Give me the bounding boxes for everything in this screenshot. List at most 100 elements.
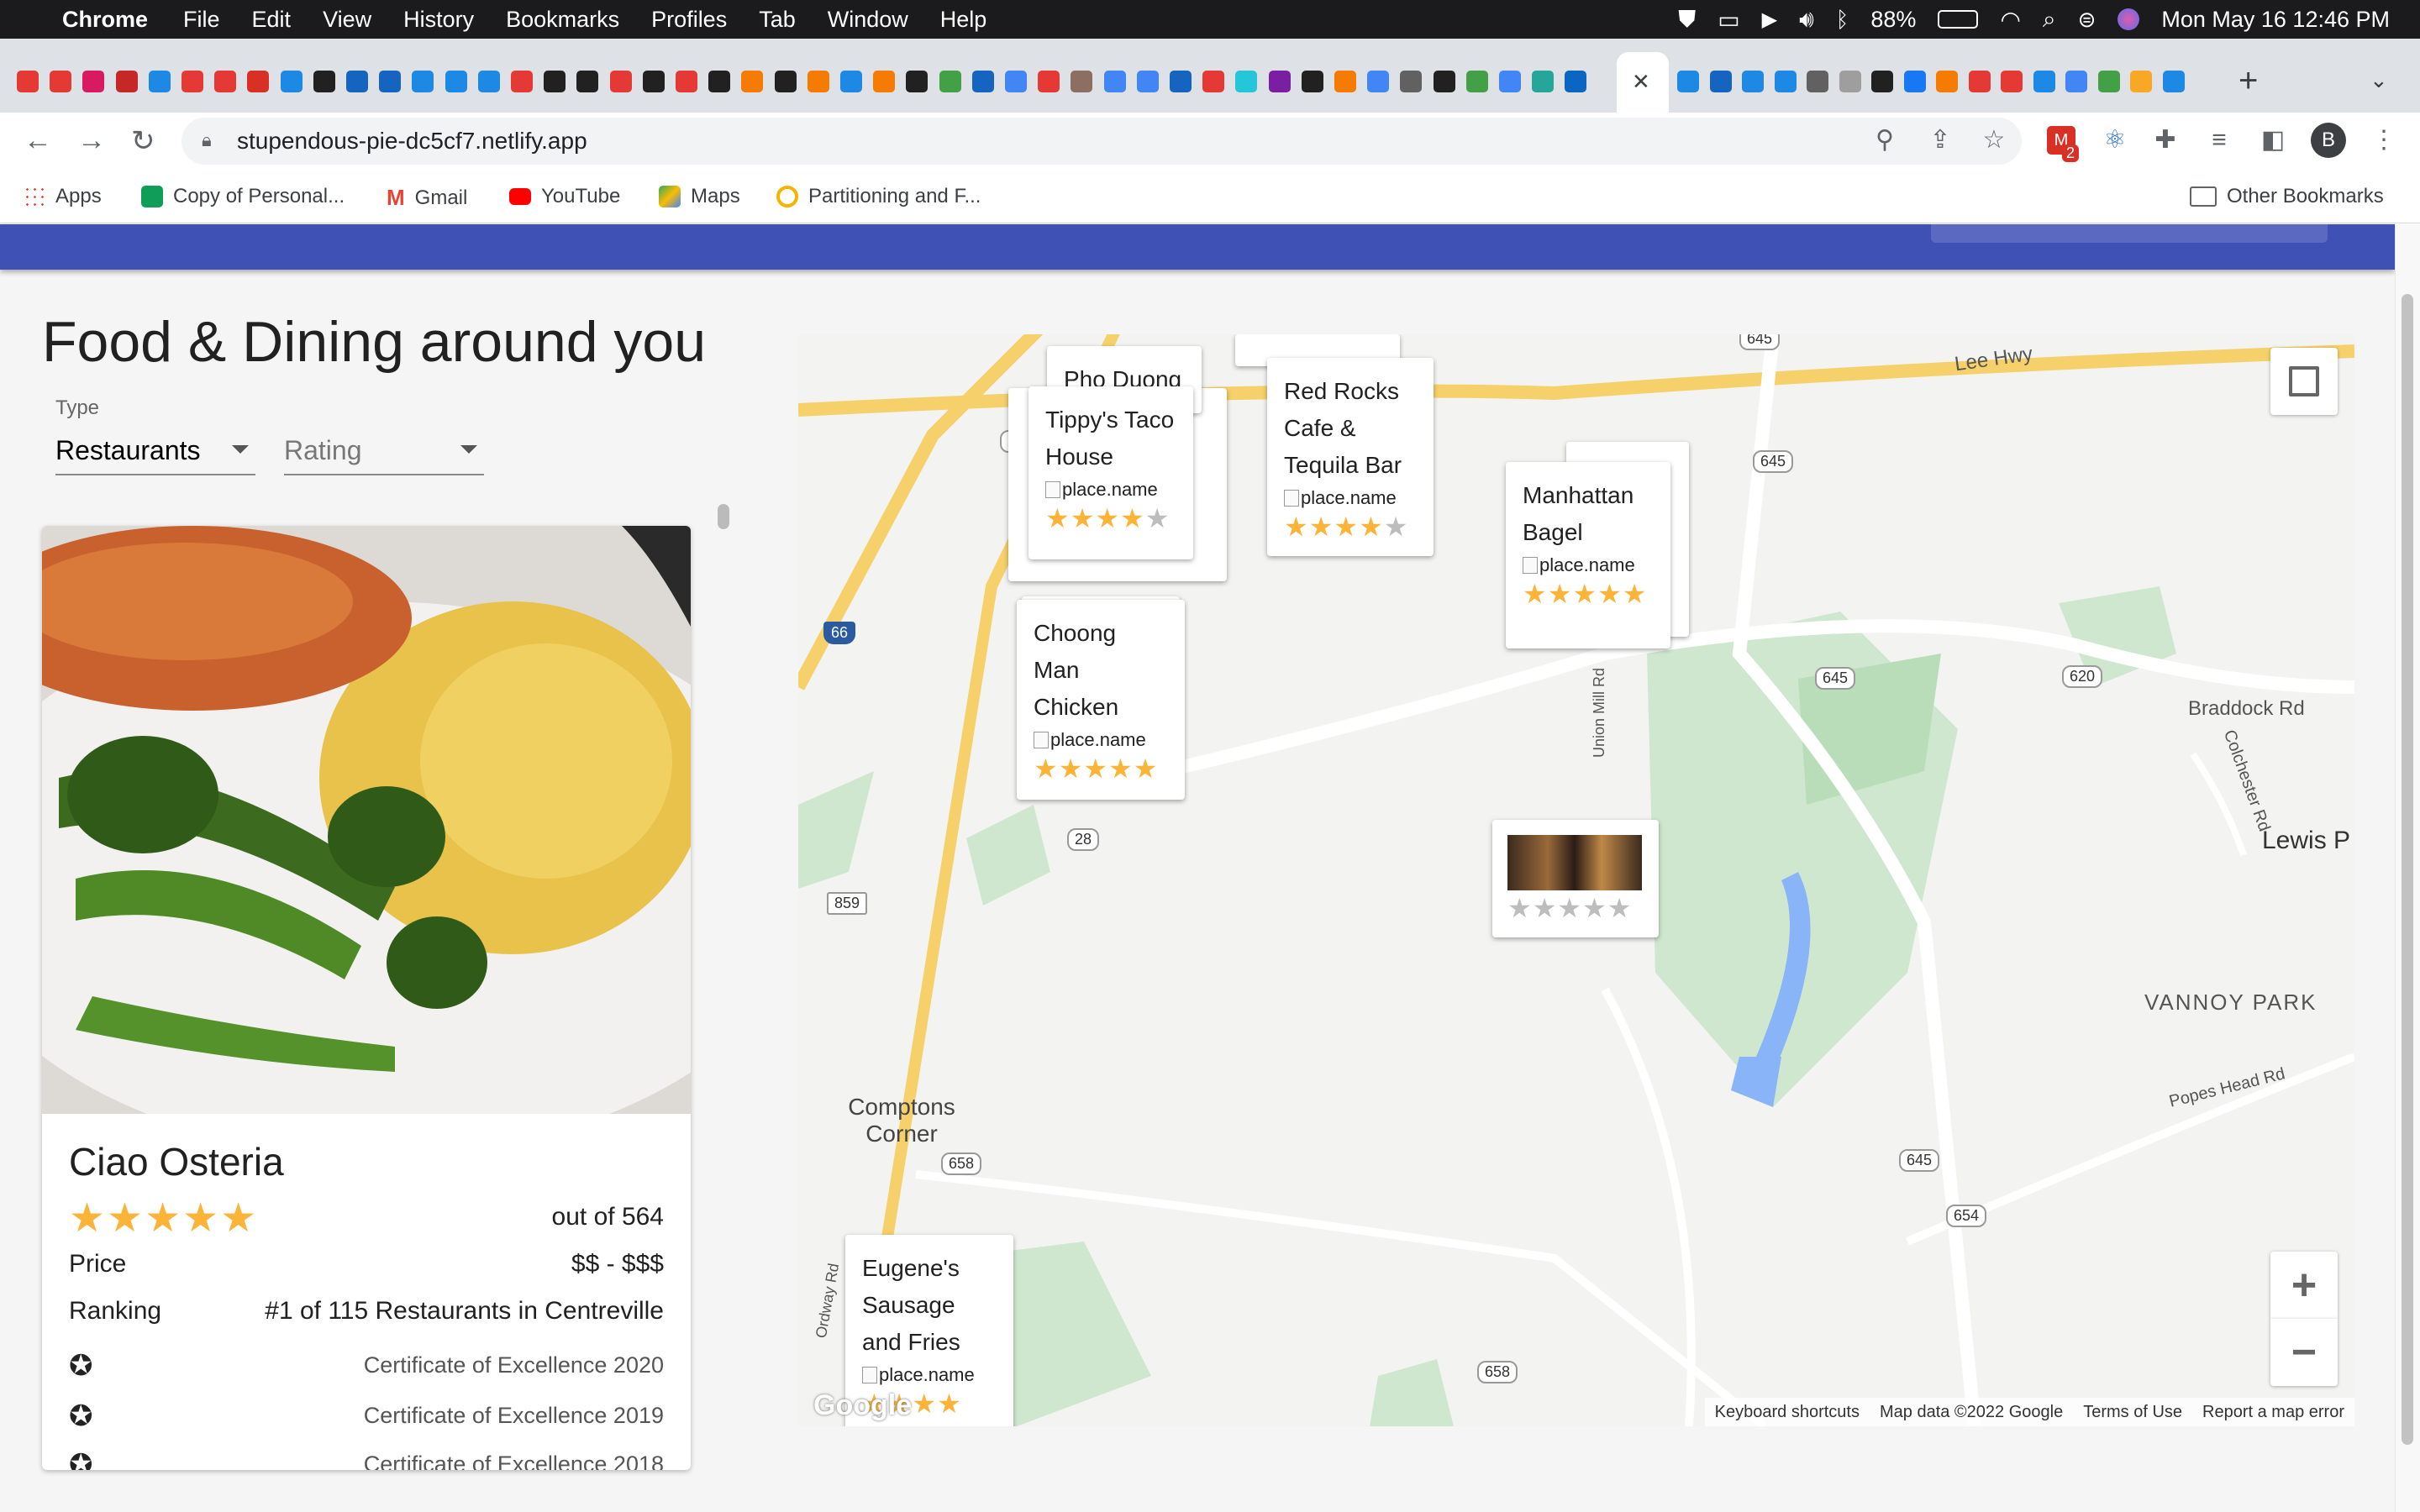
tab-favicon-icon[interactable] bbox=[1499, 71, 1521, 92]
tab-favicon-icon[interactable] bbox=[1968, 71, 1991, 92]
tab-favicon-icon[interactable] bbox=[2097, 71, 2120, 92]
map-pin-manhattan-bagel[interactable]: Manhattan Bagel place.name ★★★★★ bbox=[1506, 462, 1670, 648]
tab-favicon-icon[interactable] bbox=[313, 71, 335, 92]
zoom-in-button[interactable]: + bbox=[2270, 1252, 2338, 1319]
tab-favicon-icon[interactable] bbox=[346, 71, 368, 92]
tab-favicon-icon[interactable] bbox=[1709, 71, 1732, 92]
url-text[interactable]: stupendous-pie-dc5cf7.netlify.app bbox=[237, 128, 587, 155]
tab-favicon-icon[interactable] bbox=[1005, 71, 1027, 92]
tab-favicon-icon[interactable] bbox=[2130, 71, 2152, 92]
tab-favicon-icon[interactable] bbox=[840, 71, 862, 92]
page-scrollbar-thumb[interactable] bbox=[2402, 294, 2413, 1445]
tab-favicon-icon[interactable] bbox=[477, 71, 500, 92]
browser-menu-icon[interactable]: ⋮ bbox=[2370, 126, 2398, 155]
tab-favicon-icon[interactable] bbox=[906, 71, 929, 92]
tab-favicon-icon[interactable] bbox=[1235, 71, 1258, 92]
tab-favicon-icon[interactable] bbox=[148, 71, 171, 92]
tab-favicon-icon[interactable] bbox=[1334, 71, 1356, 92]
tab-favicon-icon[interactable] bbox=[214, 71, 237, 92]
bookmark-gmail[interactable]: M Gmail bbox=[387, 185, 467, 211]
tab-favicon-icon[interactable] bbox=[576, 71, 599, 92]
tab-favicon-icon[interactable] bbox=[1202, 71, 1225, 92]
tab-favicon-icon[interactable] bbox=[1301, 71, 1323, 92]
menu-edit[interactable]: Edit bbox=[252, 7, 292, 33]
tab-favicon-icon[interactable] bbox=[1367, 71, 1390, 92]
menu-tab[interactable]: Tab bbox=[759, 7, 796, 33]
google-map[interactable]: Lee Hwy Braddock Rd Colchester Rd Lewis … bbox=[798, 334, 2354, 1426]
tab-favicon-icon[interactable] bbox=[280, 71, 302, 92]
tab-favicon-icon[interactable] bbox=[379, 71, 402, 92]
tab-favicon-icon[interactable] bbox=[182, 71, 203, 92]
tab-favicon-icon[interactable] bbox=[609, 71, 632, 92]
tab-favicon-icon[interactable] bbox=[1936, 71, 1958, 92]
tab-search-chevron-icon[interactable]: ⌄ bbox=[2370, 67, 2388, 93]
tab-favicon-icon[interactable] bbox=[807, 71, 829, 92]
lock-icon[interactable]: 🔒︎ bbox=[202, 129, 218, 151]
google-logo[interactable]: Google bbox=[813, 1389, 912, 1422]
tab-favicon-icon[interactable] bbox=[873, 71, 896, 92]
bookmark-partitioning[interactable]: Partitioning and F... bbox=[776, 185, 981, 208]
tab-favicon-icon[interactable] bbox=[1677, 71, 1699, 92]
tab-favicon-icon[interactable] bbox=[1807, 71, 1828, 92]
tab-favicon-icon[interactable] bbox=[939, 71, 961, 92]
volume-icon[interactable]: 🔊︎ bbox=[1799, 6, 1814, 34]
tab-favicon-icon[interactable] bbox=[708, 71, 731, 92]
type-select[interactable]: Restaurants bbox=[55, 427, 255, 475]
tab-favicon-icon[interactable] bbox=[2065, 71, 2087, 92]
menu-profiles[interactable]: Profiles bbox=[651, 7, 727, 33]
control-center-icon[interactable]: ⊜ bbox=[2078, 7, 2096, 33]
tab-favicon-icon[interactable] bbox=[1742, 71, 1764, 92]
menu-help[interactable]: Help bbox=[940, 7, 987, 33]
new-tab-button[interactable]: + bbox=[2238, 62, 2258, 100]
terms-of-use-link[interactable]: Terms of Use bbox=[2083, 1403, 2182, 1422]
react-devtools-icon[interactable]: ⚛ bbox=[2101, 126, 2129, 155]
fullscreen-button[interactable] bbox=[2270, 348, 2338, 415]
bluetooth-icon[interactable]: ᛒ bbox=[1836, 7, 1849, 33]
shield-status-icon[interactable]: ⛊ bbox=[1678, 6, 1696, 34]
back-arrow-icon[interactable]: ← bbox=[24, 124, 52, 157]
menu-history[interactable]: History bbox=[403, 7, 474, 33]
tab-favicon-icon[interactable] bbox=[1565, 71, 1587, 92]
siri-icon[interactable] bbox=[2118, 8, 2140, 30]
tab-favicon-icon[interactable] bbox=[1400, 71, 1423, 92]
bookmark-copy-of-personal[interactable]: Copy of Personal... bbox=[141, 185, 345, 208]
tab-favicon-icon[interactable] bbox=[1038, 71, 1060, 92]
tab-favicon-icon[interactable] bbox=[1136, 71, 1159, 92]
menu-view[interactable]: View bbox=[323, 7, 371, 33]
tab-favicon-icon[interactable] bbox=[115, 71, 138, 92]
display-icon[interactable]: ▭ bbox=[1718, 6, 1739, 34]
menu-bookmarks[interactable]: Bookmarks bbox=[506, 7, 619, 33]
other-bookmarks[interactable]: Other Bookmarks bbox=[2190, 185, 2384, 208]
menu-file[interactable]: File bbox=[183, 7, 220, 33]
battery-icon[interactable] bbox=[1938, 10, 1979, 29]
tab-favicon-icon[interactable] bbox=[2001, 71, 2023, 92]
tab-favicon-icon[interactable] bbox=[412, 71, 434, 92]
tab-favicon-icon[interactable] bbox=[1103, 71, 1126, 92]
tab-favicon-icon[interactable] bbox=[1839, 71, 1861, 92]
tab-favicon-icon[interactable] bbox=[642, 71, 665, 92]
tab-favicon-icon[interactable] bbox=[50, 71, 72, 92]
map-pin-tippys-taco-house[interactable]: Tippy's Taco House place.name ★★★★★ bbox=[1028, 386, 1193, 559]
forward-arrow-icon[interactable]: → bbox=[77, 124, 106, 157]
tab-favicon-icon[interactable] bbox=[1170, 71, 1192, 92]
play-icon[interactable]: ▶ bbox=[1762, 8, 1777, 32]
tab-favicon-icon[interactable] bbox=[2162, 71, 2185, 92]
share-icon[interactable]: ⇪ bbox=[1926, 126, 1954, 155]
profile-avatar[interactable]: B bbox=[2311, 123, 2346, 158]
tab-favicon-icon[interactable] bbox=[445, 71, 467, 92]
location-icon[interactable]: ⚲ bbox=[1870, 126, 1899, 155]
zoom-out-button[interactable]: − bbox=[2270, 1319, 2338, 1386]
keyboard-shortcuts-link[interactable]: Keyboard shortcuts bbox=[1715, 1403, 1860, 1422]
list-scrollbar-thumb[interactable] bbox=[718, 504, 729, 529]
tab-favicon-icon[interactable] bbox=[1465, 71, 1488, 92]
side-panel-icon[interactable]: ◧ bbox=[2259, 126, 2287, 155]
spotlight-search-icon[interactable]: ⌕ bbox=[2043, 6, 2056, 34]
map-pin-choong-man-chicken[interactable]: Choong Man Chicken place.name ★★★★★ bbox=[1017, 600, 1185, 800]
bookmark-youtube[interactable]: YouTube bbox=[509, 185, 620, 208]
bookmark-apps[interactable]: Apps bbox=[24, 185, 102, 208]
bookmark-star-icon[interactable]: ☆ bbox=[1980, 126, 2008, 155]
tab-favicon-icon[interactable] bbox=[676, 71, 697, 92]
tab-favicon-icon[interactable] bbox=[247, 71, 270, 92]
tab-favicon-icon[interactable] bbox=[2033, 71, 2055, 92]
map-pin-red-rocks-cafe[interactable]: Red Rocks Cafe & Tequila Bar place.name … bbox=[1267, 358, 1434, 556]
